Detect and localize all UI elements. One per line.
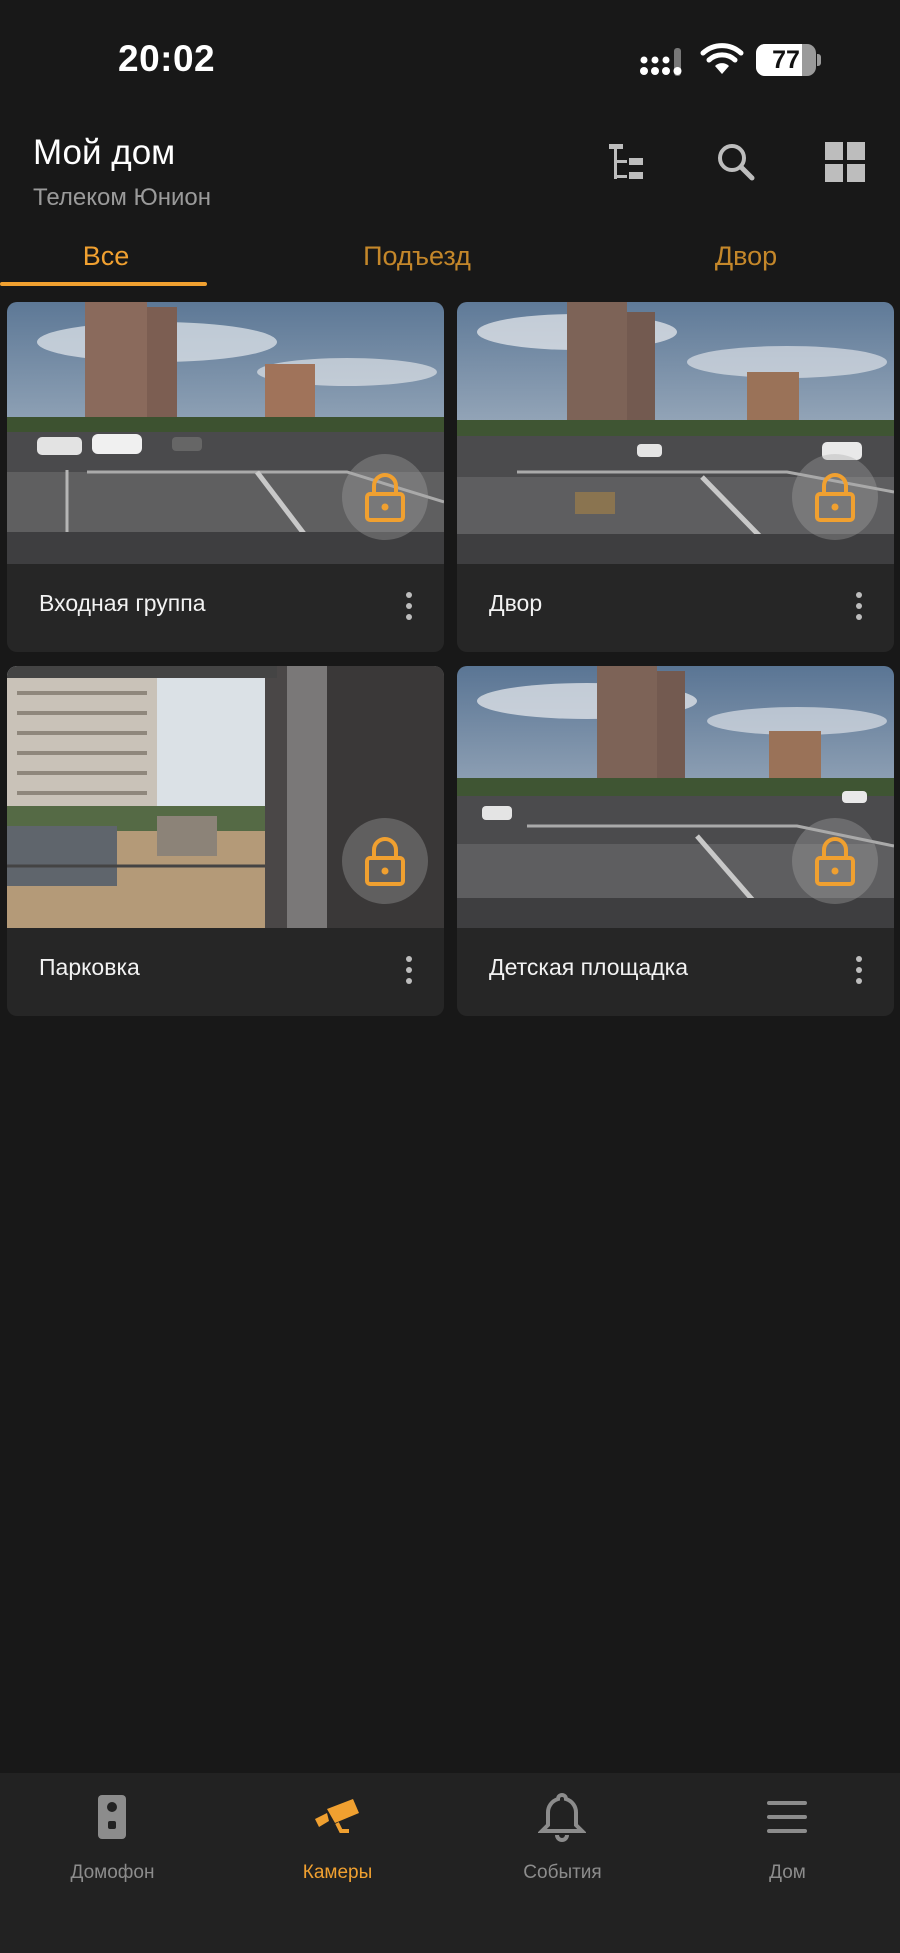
lock-icon [365, 837, 405, 886]
more-options-icon[interactable] [854, 592, 864, 628]
nav-label: События [523, 1862, 602, 1883]
nav-home[interactable]: Дом [675, 1773, 900, 1953]
nav-label: Камеры [302, 1862, 373, 1883]
camera-name: Входная группа [39, 590, 206, 616]
camera-card-yard[interactable]: Двор [457, 302, 894, 652]
status-time: 20:02 [118, 38, 216, 79]
grid-view-icon[interactable] [821, 138, 869, 186]
camera-card-entrance[interactable]: Входная группа [7, 302, 444, 652]
tab-indicator [0, 282, 207, 286]
lock-button[interactable] [792, 818, 878, 904]
battery-level: 77 [772, 46, 800, 74]
lock-button[interactable] [342, 454, 428, 540]
cellular-signal-icon [640, 46, 686, 76]
intercom-icon [88, 1791, 136, 1843]
hierarchy-icon[interactable] [605, 138, 653, 186]
bottom-navigation: Домофон Камеры События Дом [0, 1773, 900, 1953]
menu-icon [763, 1791, 811, 1843]
bell-icon [537, 1791, 587, 1843]
camera-card-playground[interactable]: Детская площадка [457, 666, 894, 1016]
lock-button[interactable] [792, 454, 878, 540]
battery-icon: 77 [756, 44, 821, 76]
nav-intercom[interactable]: Домофон [0, 1773, 225, 1953]
wifi-icon [700, 42, 744, 76]
page-title: Мой дом [33, 133, 176, 172]
tab-entrance[interactable]: Подъезд [310, 226, 524, 286]
lock-button[interactable] [342, 818, 428, 904]
camera-name: Двор [489, 590, 543, 616]
search-icon[interactable] [712, 138, 760, 186]
tab-bar: Все Подъезд Двор [0, 226, 900, 290]
tab-yard[interactable]: Двор [640, 226, 852, 286]
more-options-icon[interactable] [854, 956, 864, 992]
nav-events[interactable]: События [450, 1773, 675, 1953]
tab-all[interactable]: Все [0, 226, 212, 286]
camera-name: Парковка [39, 954, 140, 980]
camera-name: Детская площадка [489, 954, 689, 980]
lock-icon [815, 837, 855, 886]
lock-icon [815, 473, 855, 522]
nav-label: Домофон [70, 1862, 155, 1883]
page-subtitle: Телеком Юнион [33, 184, 212, 211]
lock-icon [365, 473, 405, 522]
nav-label: Дом [769, 1862, 806, 1883]
more-options-icon[interactable] [404, 956, 414, 992]
camera-icon [313, 1791, 361, 1843]
nav-cameras[interactable]: Камеры [225, 1773, 450, 1953]
camera-card-parking[interactable]: Парковка [7, 666, 444, 1016]
more-options-icon[interactable] [404, 592, 414, 628]
status-bar: 20:02 77 [0, 0, 900, 120]
